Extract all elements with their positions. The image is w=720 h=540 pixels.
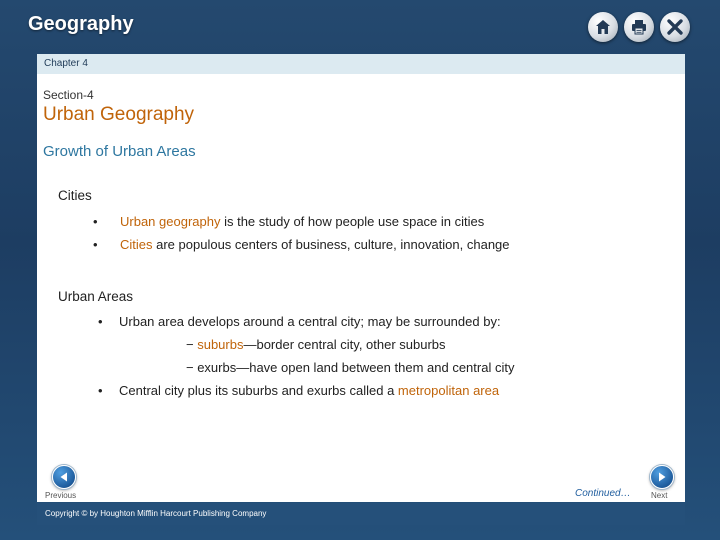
page-title: Urban Geography <box>43 104 195 125</box>
list-item-text: are populous centers of business, cultur… <box>152 237 510 252</box>
print-button[interactable] <box>624 12 654 42</box>
slide-content: Section-4 Urban Geography Growth of Urba… <box>37 74 685 502</box>
slide-subtitle: Growth of Urban Areas <box>43 143 196 160</box>
previous-label[interactable]: Previous <box>45 491 76 500</box>
print-icon <box>632 20 646 35</box>
chapter-label: Chapter 4 <box>37 54 685 74</box>
bullet-marker: • <box>98 314 103 329</box>
term-cities: Cities <box>120 237 153 252</box>
urban-areas-heading: Urban Areas <box>58 289 134 304</box>
dash-marker: − <box>186 337 198 352</box>
list-item-text: is the study of how people use space in … <box>220 214 485 229</box>
list-item: Cities are populous centers of business,… <box>120 237 510 252</box>
next-button[interactable] <box>650 465 674 489</box>
term-urban-geography: Urban geography <box>120 214 221 229</box>
arrow-right-icon <box>659 472 666 482</box>
list-item: Central city plus its suburbs and exurbs… <box>119 383 499 398</box>
sub-list-item-text: —border central city, other suburbs <box>243 337 446 352</box>
previous-button[interactable] <box>52 465 76 489</box>
bullet-marker: • <box>93 214 98 229</box>
app-title: Geography <box>28 13 134 35</box>
home-button[interactable] <box>588 12 618 42</box>
term-metropolitan-area: metropolitan area <box>397 383 500 398</box>
home-icon <box>596 20 610 34</box>
sub-list-item: − suburbs—border central city, other sub… <box>186 337 446 352</box>
list-item-text: Central city plus its suburbs and exurbs… <box>119 383 398 398</box>
bullet-marker: • <box>98 383 103 398</box>
copyright-footer: Copyright © by Houghton Mifflin Harcourt… <box>37 503 685 525</box>
list-item: Urban geography is the study of how peop… <box>120 214 484 229</box>
list-item: Urban area develops around a central cit… <box>119 314 501 329</box>
section-label: Section-4 <box>43 88 94 102</box>
next-label[interactable]: Next <box>651 491 667 500</box>
arrow-left-icon <box>60 472 67 482</box>
bullet-marker: • <box>93 237 98 252</box>
term-suburbs: suburbs <box>197 337 244 352</box>
top-toolbar <box>588 12 690 42</box>
close-button[interactable] <box>660 12 690 42</box>
continued-label: Continued… <box>575 488 631 499</box>
cities-heading: Cities <box>58 188 92 203</box>
sub-list-item: − exurbs—have open land between them and… <box>186 360 515 375</box>
close-icon <box>667 19 683 35</box>
